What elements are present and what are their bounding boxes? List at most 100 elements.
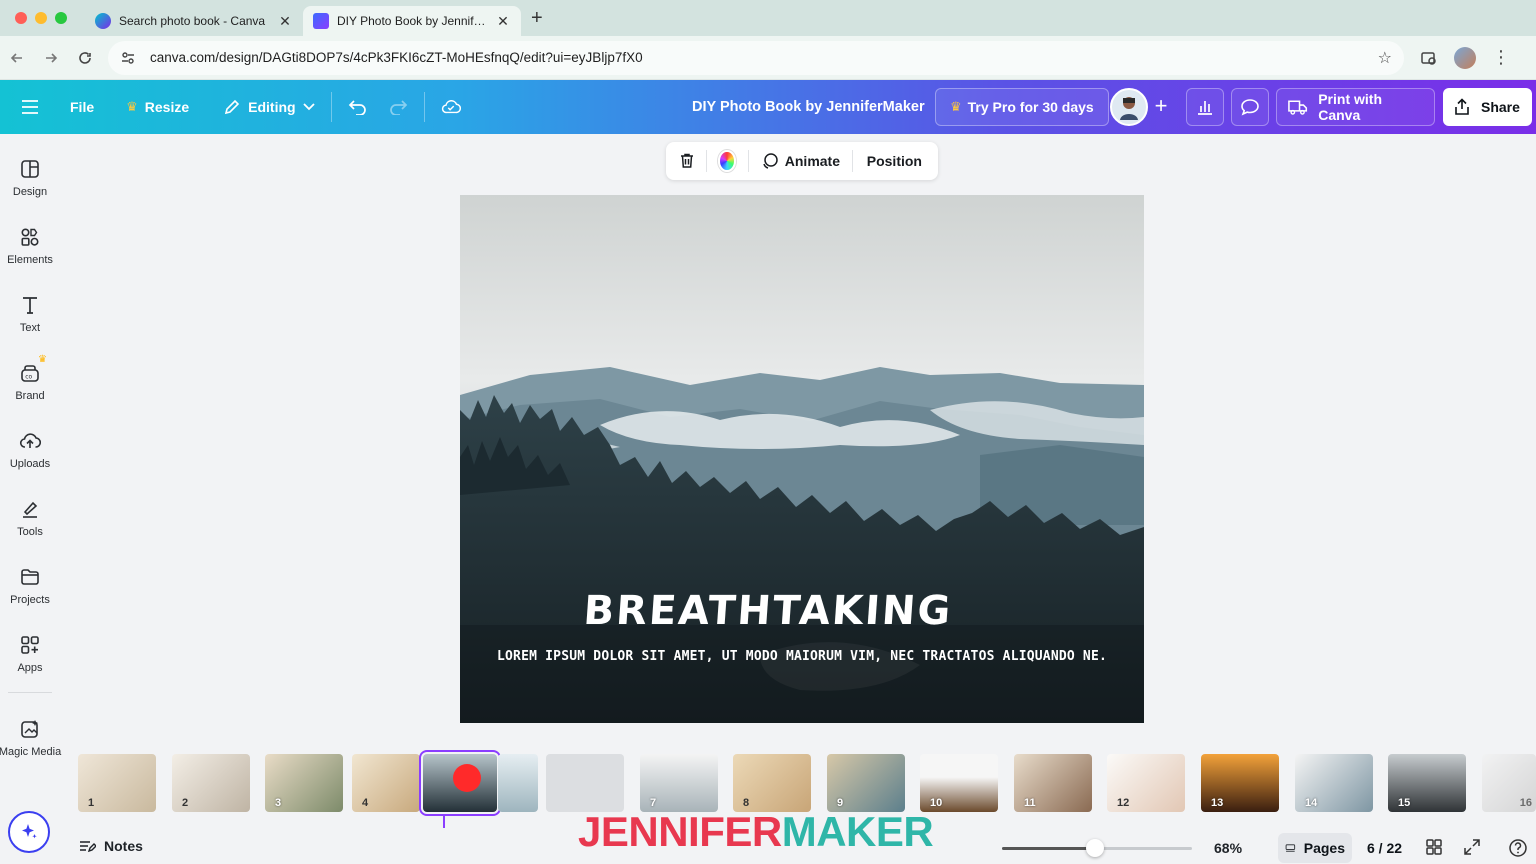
position-button[interactable]: Position <box>859 153 930 169</box>
comment-icon <box>1241 99 1259 116</box>
site-settings-icon[interactable] <box>120 50 138 66</box>
help-button[interactable] <box>1508 838 1528 858</box>
fullscreen-icon <box>1464 839 1480 855</box>
redo-button[interactable] <box>378 89 418 125</box>
close-window-button[interactable] <box>15 12 27 24</box>
undo-icon <box>348 100 366 115</box>
animate-button[interactable]: Animate <box>755 152 846 170</box>
share-upload-icon <box>1455 98 1469 115</box>
page-thumbnail[interactable]: 9 <box>827 754 905 812</box>
file-menu-button[interactable]: File <box>60 89 104 125</box>
url-field[interactable]: canva.com/design/DAGti8DOP7s/4cPk3FKI6cZ… <box>108 40 1404 75</box>
design-page-canvas[interactable] <box>460 195 1144 723</box>
undo-button[interactable] <box>338 89 378 125</box>
browser-menu-icon[interactable]: ⋮ <box>1492 47 1510 68</box>
trash-icon <box>680 153 693 168</box>
browser-tab-design[interactable]: DIY Photo Book by JenniferMaker ✕ <box>303 6 521 36</box>
fullscreen-button[interactable] <box>1463 838 1483 858</box>
crown-icon: ♛ <box>950 99 962 114</box>
page-thumbnail[interactable]: 1 <box>78 754 156 812</box>
print-with-canva-button[interactable]: Print with Canva <box>1276 88 1435 126</box>
invite-plus-icon[interactable]: + <box>1150 95 1172 118</box>
page-thumbnail[interactable]: 16 <box>1482 754 1536 812</box>
insights-button[interactable] <box>1186 88 1224 126</box>
page-number: 14 <box>1305 797 1318 809</box>
page-thumbnail[interactable]: 6 <box>498 754 538 812</box>
sidebar-item-label: Design <box>12 186 48 198</box>
sidebar-item-projects[interactable]: Projects <box>0 556 60 616</box>
page-thumbnail[interactable]: 12 <box>1107 754 1185 812</box>
watermark-part-2: MAKER <box>781 808 934 855</box>
page-thumbnail[interactable]: 7 <box>546 754 624 812</box>
sidebar-item-magic-media[interactable]: Magic Media <box>0 708 61 768</box>
new-tab-icon[interactable]: + <box>531 7 543 30</box>
sidebar-item-text[interactable]: Text <box>0 284 60 344</box>
grid-view-button[interactable] <box>1425 838 1445 858</box>
chevron-down-icon <box>302 103 315 111</box>
delete-button[interactable] <box>674 152 700 170</box>
page-number: 15 <box>1398 797 1411 809</box>
zoom-slider-fill <box>1002 847 1096 850</box>
page-number: 1 <box>88 797 95 809</box>
page-thumbnail[interactable]: 10 <box>920 754 998 812</box>
pencil-icon <box>225 99 240 115</box>
page-number: 12 <box>1117 797 1130 809</box>
try-pro-button[interactable]: ♛ Try Pro for 30 days <box>935 88 1109 126</box>
page-thumbnail[interactable]: 15 <box>1388 754 1466 812</box>
editing-mode-dropdown[interactable]: Editing <box>213 89 324 125</box>
page-thumbnail[interactable]: 7 <box>640 754 718 812</box>
minimize-window-button[interactable] <box>35 12 47 24</box>
page-thumbnail-selected[interactable]: 5 <box>419 750 501 816</box>
forward-icon[interactable] <box>34 41 68 75</box>
notes-button[interactable]: Notes <box>78 838 143 854</box>
page-thumbnail[interactable]: 8 <box>733 754 811 812</box>
page-thumbnail[interactable]: 2 <box>172 754 250 812</box>
page-thumbnail[interactable]: 13 <box>1201 754 1279 812</box>
browser-profile-avatar[interactable] <box>1454 46 1476 69</box>
sidebar-item-label: Brand <box>15 390 45 402</box>
sidebar-item-uploads[interactable]: Uploads <box>0 420 60 480</box>
notes-label: Notes <box>104 838 143 854</box>
browser-tab-search[interactable]: Search photo book - Canva ✕ <box>85 6 303 36</box>
svg-text:co: co <box>25 374 32 381</box>
user-avatar[interactable] <box>1110 88 1148 126</box>
element-context-toolbar: Animate Position <box>666 142 938 180</box>
cursor-highlight <box>453 764 481 792</box>
magic-assistant-button[interactable] <box>8 811 50 853</box>
page-thumbnail[interactable]: 14 <box>1295 754 1373 812</box>
sidebar-item-brand[interactable]: co Brand <box>0 352 60 412</box>
share-button[interactable]: Share <box>1443 88 1532 126</box>
window-controls <box>15 12 67 24</box>
zoom-slider-handle[interactable] <box>1086 839 1105 857</box>
sidebar-item-label: Elements <box>7 254 53 266</box>
pages-button[interactable]: Pages <box>1278 833 1352 863</box>
sidebar-item-design[interactable]: Design <box>0 148 60 208</box>
page-thumbnail[interactable]: 3 <box>265 754 343 812</box>
page-thumbnail[interactable]: 11 <box>1014 754 1092 812</box>
sidebar-item-apps[interactable]: Apps <box>0 624 60 684</box>
page-number: 13 <box>1211 797 1224 809</box>
comments-button[interactable] <box>1231 88 1269 126</box>
mountain-forest-photo[interactable] <box>460 195 1144 723</box>
zoom-level[interactable]: 68% <box>1214 840 1242 856</box>
page-thumbnail[interactable]: 4 <box>352 754 420 812</box>
extensions-icon[interactable] <box>1420 49 1438 67</box>
sidebar-item-elements[interactable]: Elements <box>0 216 60 276</box>
cloud-save-status-button[interactable] <box>431 89 471 125</box>
color-picker-button[interactable] <box>718 150 737 172</box>
document-title[interactable]: DIY Photo Book by JenniferMaker <box>692 80 925 134</box>
sidebar-item-tools[interactable]: Tools <box>0 488 60 548</box>
sidebar-item-label: Text <box>19 322 41 334</box>
close-tab-icon[interactable]: ✕ <box>277 13 293 30</box>
resize-button[interactable]: ♛ Resize <box>116 89 199 125</box>
reload-icon[interactable] <box>68 41 102 75</box>
toolbar-divider <box>705 150 707 172</box>
back-icon[interactable] <box>0 41 34 75</box>
main-menu-icon[interactable] <box>8 89 52 125</box>
bookmark-star-icon[interactable]: ☆ <box>1378 48 1392 68</box>
help-icon <box>1509 839 1527 857</box>
close-tab-icon[interactable]: ✕ <box>495 13 511 30</box>
animate-icon <box>763 153 778 169</box>
maximize-window-button[interactable] <box>55 12 67 24</box>
watermark-part-1: JENNIFER <box>578 808 782 855</box>
